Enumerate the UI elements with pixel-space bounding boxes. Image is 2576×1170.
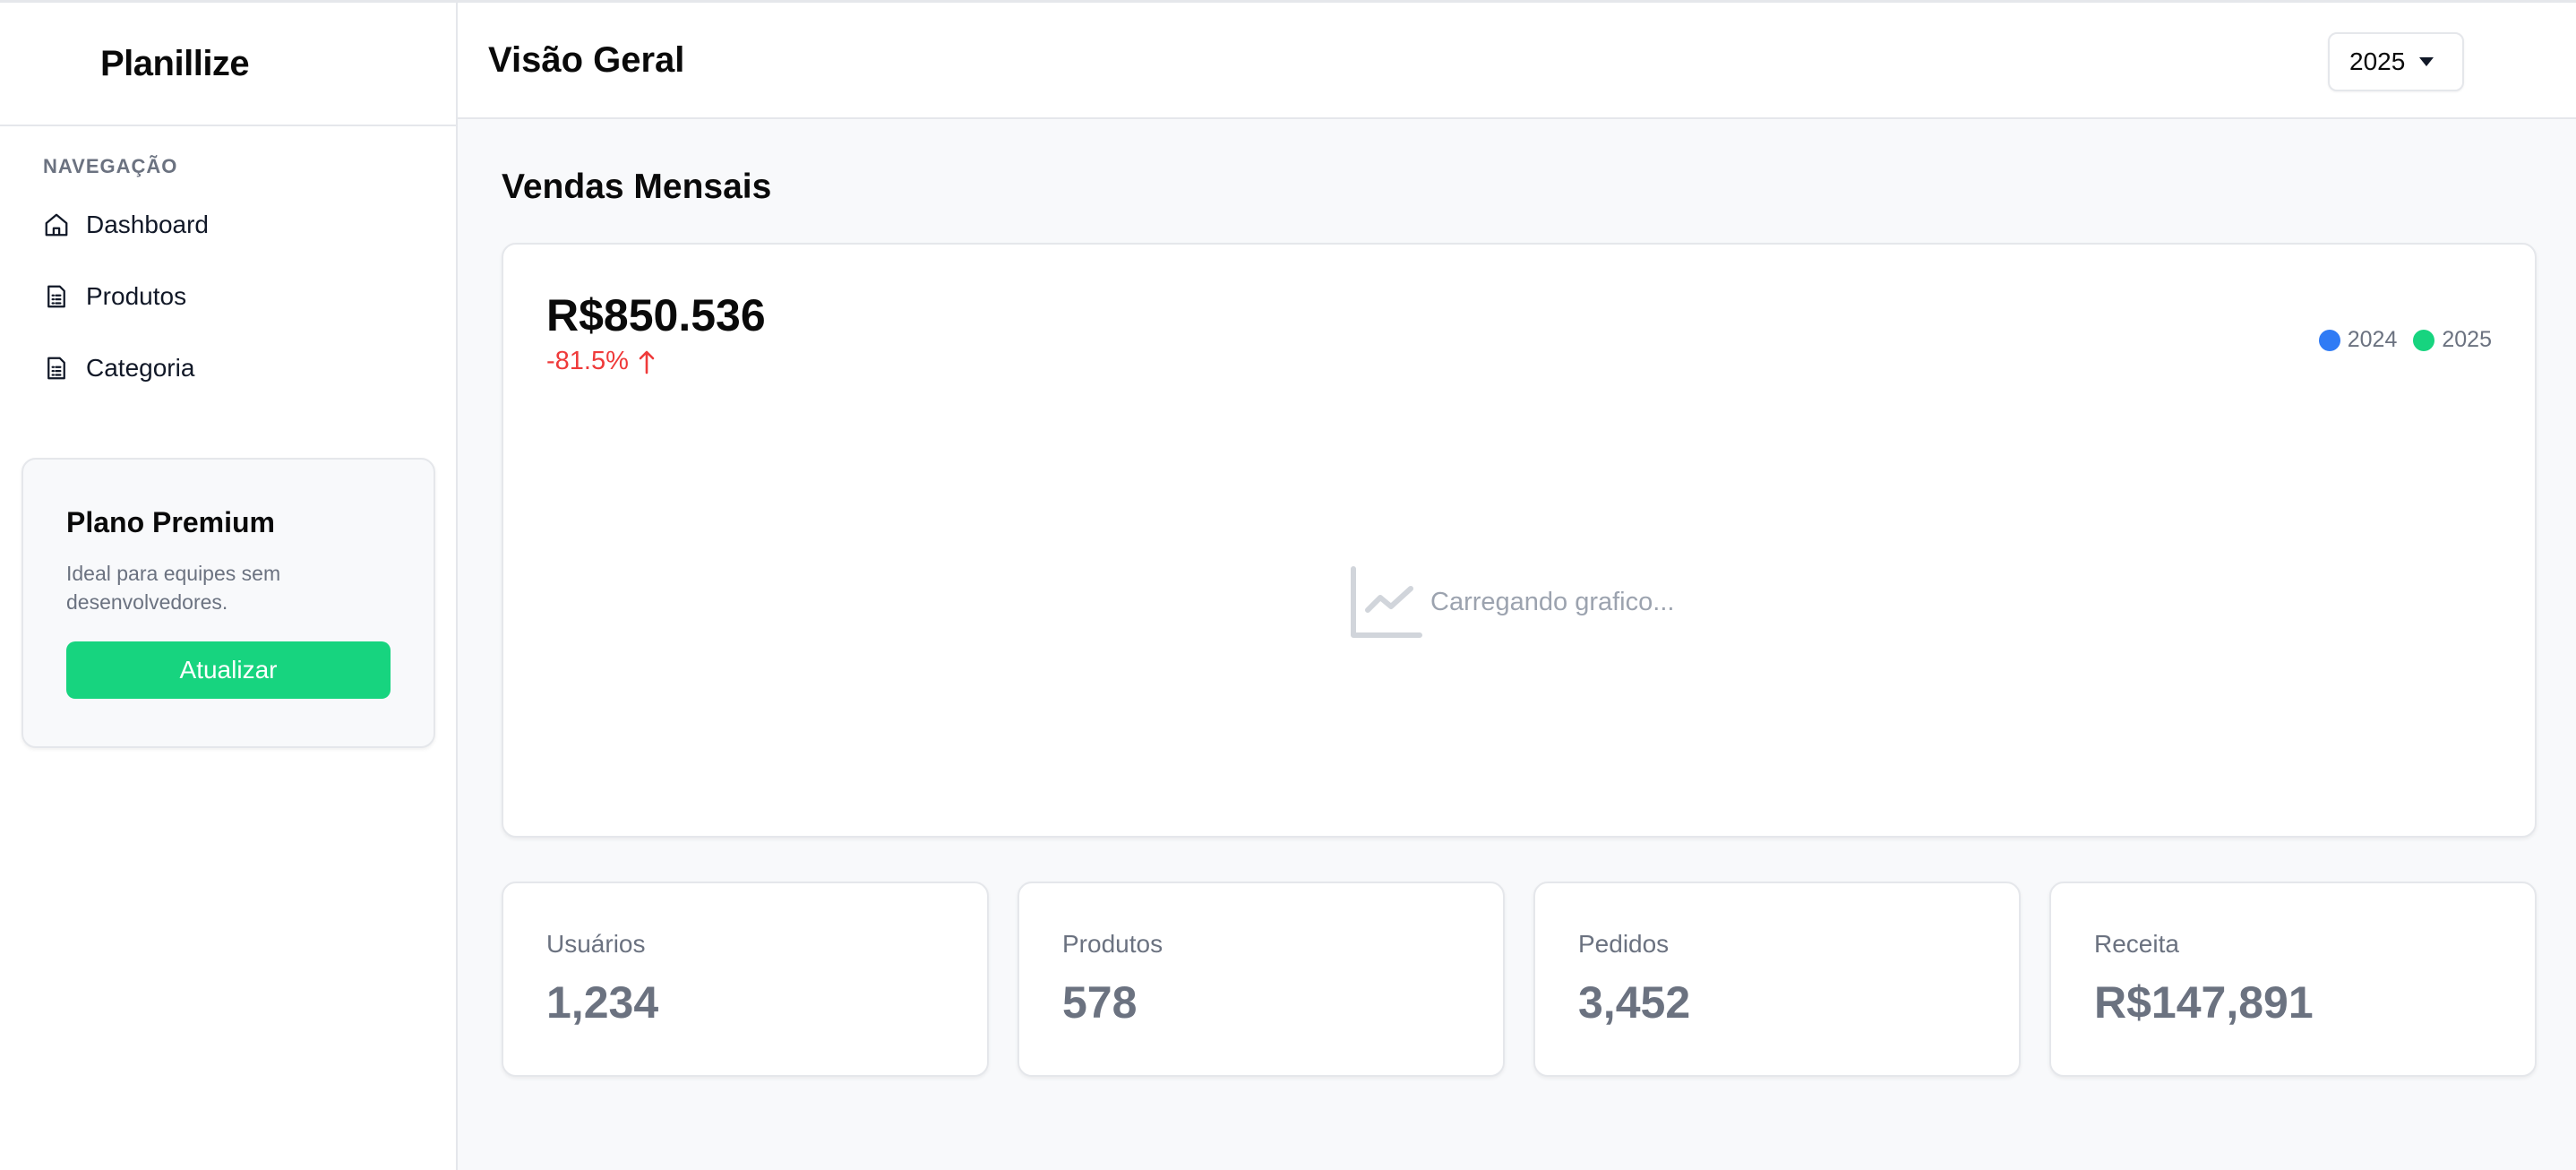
upgrade-button[interactable]: Atualizar	[66, 641, 391, 699]
top-bar: Visão Geral 2025	[458, 3, 2576, 119]
nav-heading: NAVEGAÇÃO	[43, 155, 178, 177]
sidebar: Planillize NAVEGAÇÃO Dashboard Produtos	[0, 3, 458, 1170]
sidebar-item-dashboard[interactable]: Dashboard	[0, 189, 456, 261]
stat-label: Receita	[2094, 930, 2179, 958]
sales-total: R$850.536	[546, 290, 766, 340]
sidebar-item-label: Categoria	[86, 354, 195, 382]
premium-plan-description: Ideal para equipes sem desenvolvedores.	[66, 562, 281, 614]
sales-chart-card: R$850.536 -81.5% 2024 2025 Carregando gr…	[502, 243, 2537, 838]
sidebar-item-categoria[interactable]: Categoria	[0, 332, 456, 404]
chart-loading-indicator: Carregando grafico...	[1350, 565, 1674, 639]
home-icon	[45, 213, 68, 237]
legend-label: 2024	[2347, 327, 2398, 352]
loading-text: Carregando grafico...	[1430, 587, 1675, 616]
sidebar-item-label: Dashboard	[86, 211, 209, 238]
sales-change-value: -81.5%	[546, 347, 629, 375]
year-select-value: 2025	[2349, 47, 2406, 75]
stat-value: 578	[1062, 977, 1138, 1028]
stat-card-produtos: Produtos 578	[1018, 882, 1505, 1077]
legend-item-2024[interactable]: 2024	[2318, 327, 2398, 353]
legend-label: 2025	[2442, 327, 2492, 352]
stats-row: Usuários 1,234 Produtos 578 Pedidos 3,45…	[502, 882, 2537, 1077]
main-content: Visão Geral 2025 Vendas Mensais R$850.53…	[458, 3, 2576, 1170]
sidebar-nav: Dashboard Produtos Categoria	[0, 189, 456, 404]
document-list-icon	[47, 357, 65, 380]
document-list-icon	[47, 285, 65, 308]
sidebar-item-label: Produtos	[86, 282, 187, 310]
sales-change: -81.5%	[546, 347, 656, 376]
legend-dot	[2413, 329, 2435, 351]
stat-label: Pedidos	[1578, 930, 1670, 958]
stat-value: 3,452	[1578, 977, 1691, 1028]
app-root: Planillize NAVEGAÇÃO Dashboard Produtos	[0, 0, 2576, 1170]
brand-header: Planillize	[0, 3, 456, 126]
stat-card-pedidos: Pedidos 3,452	[1533, 882, 2021, 1077]
chart-legend: 2024 2025	[2303, 327, 2492, 353]
stat-label: Usuários	[546, 930, 646, 958]
brand-name[interactable]: Planillize	[100, 44, 250, 84]
premium-plan-card: Plano Premium Ideal para equipes sem des…	[21, 458, 435, 748]
stat-value: R$147,891	[2094, 977, 2314, 1028]
stat-label: Produtos	[1062, 930, 1163, 958]
line-chart-icon	[1351, 566, 1422, 638]
stat-value: 1,234	[546, 977, 659, 1028]
section-title: Vendas Mensais	[502, 168, 772, 206]
caret-down-icon	[2419, 57, 2434, 66]
year-select[interactable]: 2025	[2328, 32, 2464, 91]
stat-card-usuarios: Usuários 1,234	[502, 882, 989, 1077]
premium-plan-title: Plano Premium	[66, 506, 275, 538]
sidebar-item-produtos[interactable]: Produtos	[0, 261, 456, 332]
page-title: Visão Geral	[488, 39, 685, 80]
legend-item-2025[interactable]: 2025	[2413, 327, 2492, 353]
stat-card-receita: Receita R$147,891	[2049, 882, 2537, 1077]
arrow-up-icon	[639, 350, 655, 374]
legend-dot	[2318, 329, 2340, 351]
